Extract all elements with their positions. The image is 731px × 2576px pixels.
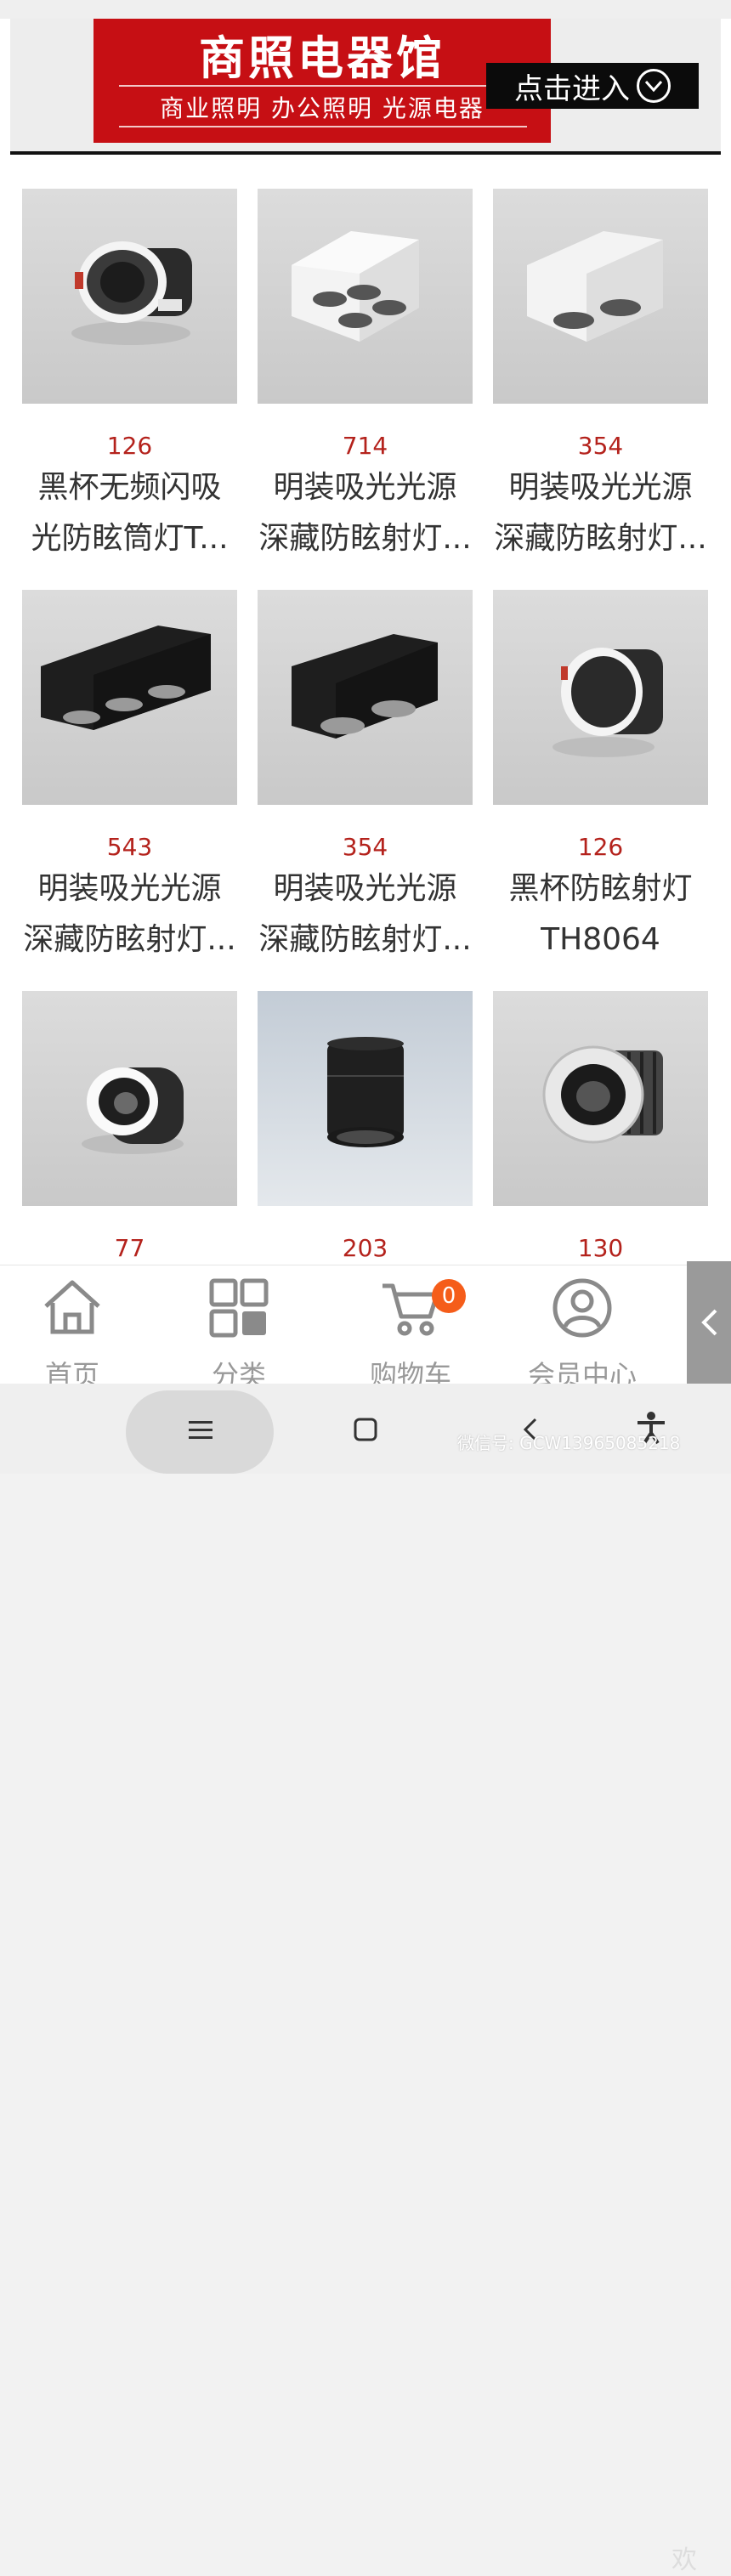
product-image[interactable] xyxy=(493,590,708,805)
product-price: 77 xyxy=(114,1234,145,1262)
product-name-line1: 明装吸光光源 xyxy=(273,470,457,505)
system-nav-bar: 微信号: GCW13965085218 xyxy=(0,1384,731,1474)
banner-divider xyxy=(119,85,527,87)
side-drawer-toggle[interactable] xyxy=(687,1261,731,1384)
product-image[interactable] xyxy=(258,590,473,805)
product-name-line1: 黑杯无频闪吸 xyxy=(37,470,222,505)
menu-icon[interactable] xyxy=(189,1421,212,1440)
product-name-line2: 深藏防眩射灯... xyxy=(258,922,472,957)
enter-store-button[interactable]: 点击进入 xyxy=(486,63,699,109)
product-name-line1: 黑杯防眩射灯 xyxy=(508,871,693,906)
tab-member[interactable]: 会员中心 xyxy=(510,1265,654,1391)
product-price: 130 xyxy=(577,1234,624,1262)
top-strip xyxy=(0,0,731,19)
banner-title: 商照电器馆 xyxy=(199,31,445,85)
tab-category[interactable]: 分类 xyxy=(167,1265,311,1391)
product-price: 354 xyxy=(342,833,388,861)
product-price: 543 xyxy=(106,833,153,861)
product-name-line1: 明装吸光光源 xyxy=(37,871,222,906)
banner-red-panel: 商照电器馆 商业照明 办公照明 光源电器 xyxy=(94,19,551,143)
bottom-tab-bar: 首页 分类 0 购物车 会员中心 欢 xyxy=(0,1265,731,2575)
tab-cart[interactable]: 0 购物车 xyxy=(338,1265,483,1391)
product-name[interactable]: 明装吸光光源 深藏防眩射灯... xyxy=(14,863,246,965)
product-name-line2: 深藏防眩射灯... xyxy=(23,922,236,957)
product-price: 203 xyxy=(342,1234,388,1262)
product-price: 126 xyxy=(577,833,624,861)
cart-icon xyxy=(382,1283,439,1336)
page: 商照电器馆 商业照明 办公照明 光源电器 点击进入 126 黑杯无频闪吸 光防眩… xyxy=(0,0,731,2575)
ghost-text: 欢 xyxy=(672,2545,697,2575)
store-banner[interactable]: 商照电器馆 商业照明 办公照明 光源电器 点击进入 xyxy=(10,19,721,151)
product-image[interactable] xyxy=(22,189,237,404)
banner-subtitle: 商业照明 办公照明 光源电器 xyxy=(160,94,484,122)
product-name-line2: 深藏防眩射灯... xyxy=(494,521,707,556)
enter-label: 点击进入 xyxy=(514,71,630,106)
product-name-line1: 明装吸光光源 xyxy=(508,470,693,505)
product-price: 126 xyxy=(106,432,153,460)
product-name[interactable]: 明装吸光光源 深藏防眩射灯... xyxy=(249,863,481,965)
home-icon xyxy=(44,1280,100,1334)
product-image[interactable] xyxy=(493,991,708,1206)
product-name[interactable]: 明装吸光光源 深藏防眩射灯... xyxy=(484,462,717,564)
square-icon[interactable] xyxy=(354,1418,377,1441)
product-image[interactable] xyxy=(22,590,237,805)
product-price: 354 xyxy=(577,432,624,460)
product-image[interactable] xyxy=(22,991,237,1206)
tab-home[interactable]: 首页 xyxy=(0,1265,144,1391)
product-name[interactable]: 黑杯防眩射灯 TH8064 xyxy=(484,863,717,965)
grid-icon xyxy=(209,1278,269,1338)
product-price: 714 xyxy=(342,432,388,460)
banner-divider xyxy=(119,126,527,127)
product-name[interactable]: 明装吸光光源 深藏防眩射灯... xyxy=(249,462,481,564)
banner-rule xyxy=(10,151,721,155)
cart-count-badge: 0 xyxy=(432,1279,466,1313)
product-image[interactable] xyxy=(258,189,473,404)
product-name-line1: 明装吸光光源 xyxy=(273,871,457,906)
user-icon xyxy=(552,1278,612,1338)
product-name-line2: TH8064 xyxy=(541,922,660,957)
product-name[interactable]: 黑杯无频闪吸 光防眩筒灯T... xyxy=(14,462,246,564)
watermark: 微信号: GCW13965085218 xyxy=(457,1433,681,1453)
product-image[interactable] xyxy=(258,991,473,1206)
product-image[interactable] xyxy=(493,189,708,404)
product-name-line2: 光防眩筒灯T... xyxy=(31,521,229,556)
chevron-down-circle-icon xyxy=(637,69,671,103)
chevron-left-icon xyxy=(701,1309,717,1336)
product-name-line2: 深藏防眩射灯... xyxy=(258,521,472,556)
